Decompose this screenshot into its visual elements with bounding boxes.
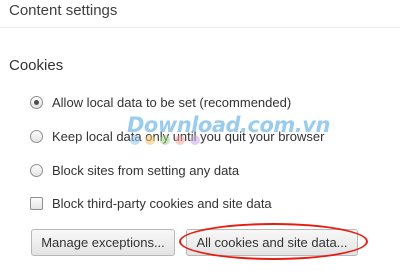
section-title-cookies: Cookies (9, 57, 64, 74)
radio-option-keep-until-quit[interactable]: Keep local data only until you quit your… (30, 126, 324, 146)
page-title: Content settings (9, 2, 118, 19)
manage-exceptions-button[interactable]: Manage exceptions... (31, 229, 175, 256)
all-cookies-and-site-data-button[interactable]: All cookies and site data... (186, 229, 358, 256)
checkbox-option-block-third-party[interactable]: Block third-party cookies and site data (30, 193, 272, 213)
radio-button[interactable] (30, 163, 43, 177)
radio-button-checked[interactable] (30, 95, 43, 109)
option-label: Keep local data only until you quit your… (52, 128, 325, 144)
checkbox[interactable] (30, 196, 43, 210)
radio-button[interactable] (30, 129, 43, 143)
option-label: Allow local data to be set (recommended) (52, 94, 292, 110)
radio-option-allow-local-data[interactable]: Allow local data to be set (recommended) (30, 92, 291, 112)
title-divider (0, 27, 400, 28)
option-label: Block sites from setting any data (52, 162, 240, 178)
radio-option-block-sites[interactable]: Block sites from setting any data (30, 160, 239, 180)
option-label: Block third-party cookies and site data (52, 195, 272, 211)
